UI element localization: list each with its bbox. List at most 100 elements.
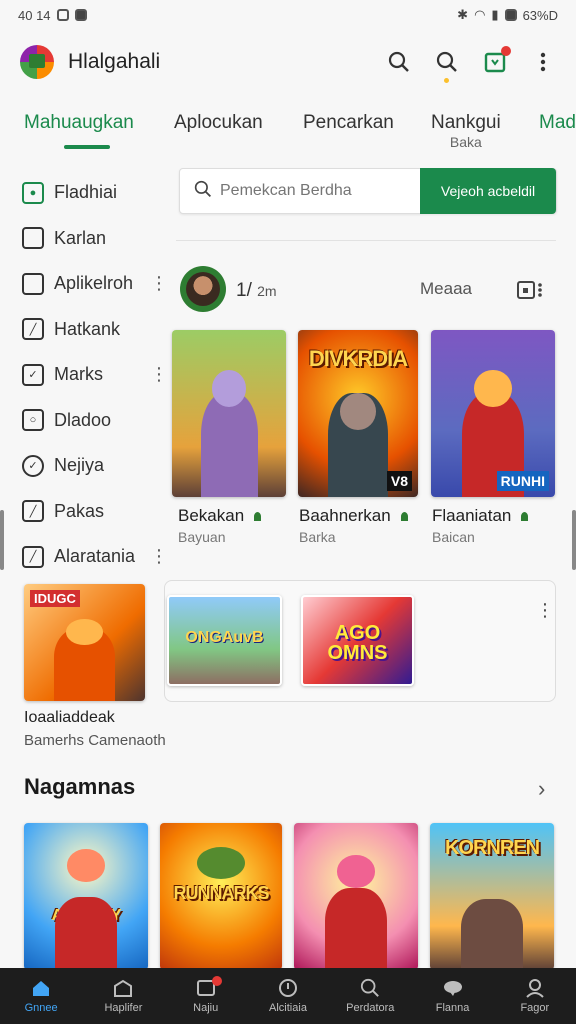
store-icon[interactable] bbox=[482, 46, 511, 75]
avatar-image bbox=[186, 272, 220, 306]
sidebar-item-2[interactable]: Aplikelroh ⋮ bbox=[22, 261, 172, 307]
promo-title: Ioaaliaddeak bbox=[24, 709, 115, 726]
sidebar-item-8[interactable]: ╱ Alaratania ⋮ bbox=[22, 534, 172, 580]
tab-3-sub: Baka bbox=[449, 134, 482, 150]
search-icon bbox=[194, 180, 212, 203]
compass-icon bbox=[277, 978, 299, 998]
app-bar: Hlalgahali bbox=[0, 38, 576, 86]
sidebar-item-1[interactable]: Karlan bbox=[22, 216, 172, 262]
game-art bbox=[340, 393, 376, 431]
featured-label-main: 1/ bbox=[236, 280, 252, 301]
game-title: Flaaniatan bbox=[432, 506, 529, 526]
game-card[interactable]: KORNREN bbox=[430, 823, 554, 970]
notification-icon bbox=[56, 9, 69, 21]
more-options-icon[interactable] bbox=[530, 49, 556, 75]
game-art bbox=[337, 855, 375, 888]
game-card[interactable] bbox=[294, 823, 418, 970]
nav-label: Alcitiaia bbox=[269, 1002, 307, 1014]
tab-4[interactable]: Mad bbox=[539, 112, 576, 134]
divider bbox=[176, 240, 556, 241]
game-title-text: Flaaniatan bbox=[432, 506, 512, 525]
sidebar-item-label: Aplikelroh bbox=[54, 273, 134, 294]
game-art bbox=[325, 887, 387, 970]
download-icon bbox=[254, 512, 262, 521]
promo-card[interactable]: IDUGC bbox=[24, 584, 145, 701]
scroll-handle[interactable] bbox=[572, 510, 576, 570]
game-banner: KORNREN bbox=[444, 837, 540, 859]
sidebar-item-4[interactable]: ✓ Marks ⋮ bbox=[22, 352, 172, 398]
app-logo bbox=[20, 45, 54, 79]
nav-item-chat[interactable]: Flanna bbox=[411, 968, 493, 1024]
tab-3-label: Nankgui bbox=[431, 112, 501, 133]
notification-badge bbox=[211, 976, 222, 986]
sidebar-item-label: Dladoo bbox=[54, 409, 112, 430]
game-title: Bekakan bbox=[178, 506, 262, 526]
chat-icon bbox=[442, 978, 464, 998]
more-icon[interactable]: ⋮ bbox=[150, 273, 168, 294]
game-card[interactable]: AKIIONAY bbox=[24, 823, 148, 970]
mini-game-title: ONGAuvB bbox=[185, 629, 264, 646]
battery-icon bbox=[504, 9, 517, 21]
nav-label: Najiu bbox=[193, 1002, 219, 1014]
game-card[interactable]: RUNNARKS bbox=[160, 823, 282, 970]
status-time: 40 14 bbox=[18, 7, 51, 23]
game-title: Baahnerkan bbox=[299, 506, 408, 526]
check-circle-icon: ✓ bbox=[22, 454, 44, 477]
tab-0[interactable]: Mahuaugkan bbox=[24, 112, 134, 134]
mini-game-card[interactable]: AGO OMNS bbox=[301, 595, 414, 686]
featured-label: 1/ 2m bbox=[236, 280, 277, 302]
nav-item-inbox[interactable]: Najiu bbox=[165, 968, 247, 1024]
tab-3[interactable]: Nankgui Baka bbox=[431, 112, 501, 150]
card-icon bbox=[22, 227, 44, 250]
more-icon[interactable]: ⋮ bbox=[150, 546, 168, 567]
sidebar-item-3[interactable]: ╱ Hatkank bbox=[22, 307, 172, 353]
game-card[interactable]: RUNHI bbox=[431, 330, 555, 497]
edit-icon: ╱ bbox=[22, 500, 44, 523]
avatar[interactable] bbox=[180, 266, 226, 312]
nav-item-profile[interactable]: Fagor bbox=[494, 968, 576, 1024]
sidebar-item-6[interactable]: ✓ Nejiya bbox=[22, 443, 172, 489]
notification-icon bbox=[74, 9, 87, 21]
see-more-link[interactable]: Meaaa bbox=[420, 279, 472, 299]
sidebar-item-label: Alaratania bbox=[54, 546, 136, 567]
chevron-right-icon[interactable]: › bbox=[538, 776, 545, 802]
game-banner: DIVKRDIA bbox=[308, 346, 408, 371]
nav-item-home[interactable]: Gnnee bbox=[0, 968, 82, 1024]
search-icon[interactable] bbox=[386, 49, 412, 75]
sidebar-item-label: Hatkank bbox=[54, 318, 121, 339]
bag-icon bbox=[112, 978, 134, 998]
sidebar-item-label: Marks bbox=[54, 364, 103, 385]
tab-bar: Mahuaugkan Aplocukan Pencarkan Nankgui B… bbox=[0, 104, 576, 154]
game-subtitle: Baican bbox=[432, 529, 475, 545]
scroll-handle[interactable] bbox=[0, 510, 4, 570]
sidebar-item-0[interactable]: ● Fladhiai bbox=[22, 170, 172, 216]
nav-item-explore[interactable]: Alcitiaia bbox=[247, 968, 329, 1024]
more-options-icon[interactable]: ⋮ bbox=[536, 600, 554, 621]
search-button[interactable]: Vejeoh acbeldil bbox=[420, 168, 556, 214]
nav-item-search[interactable]: Perdatora bbox=[329, 968, 411, 1024]
game-card[interactable]: DIVKRDIA V8 bbox=[298, 330, 418, 497]
search-input[interactable] bbox=[220, 182, 420, 200]
more-icon[interactable]: ⋮ bbox=[150, 364, 168, 385]
sidebar-item-5[interactable]: ○ Dladoo bbox=[22, 398, 172, 444]
game-art bbox=[211, 370, 247, 407]
search-icon[interactable] bbox=[434, 49, 460, 83]
chat-icon: ✓ bbox=[22, 363, 44, 386]
nav-item-shop[interactable]: Haplifer bbox=[82, 968, 164, 1024]
sidebar-item-7[interactable]: ╱ Pakas bbox=[22, 489, 172, 535]
tab-2[interactable]: Pencarkan bbox=[303, 112, 394, 134]
game-title-text: Bekakan bbox=[178, 506, 245, 525]
edit-icon: ╱ bbox=[22, 318, 44, 341]
mini-game-title: AGO OMNS bbox=[327, 622, 388, 664]
game-card[interactable] bbox=[172, 330, 286, 497]
grid-view-icon[interactable] bbox=[517, 280, 543, 300]
camera-icon: ○ bbox=[22, 409, 44, 432]
game-art bbox=[474, 370, 512, 407]
battery-percent: 63%D bbox=[522, 7, 558, 23]
game-art bbox=[67, 849, 105, 882]
tab-1[interactable]: Aplocukan bbox=[174, 112, 263, 134]
profile-icon bbox=[524, 978, 546, 998]
status-bar: 40 14 ✱ ◠ ▮ 63%D bbox=[0, 0, 576, 30]
featured-label-small: 2m bbox=[257, 283, 277, 299]
mini-game-card[interactable]: ONGAuvB bbox=[167, 595, 282, 686]
